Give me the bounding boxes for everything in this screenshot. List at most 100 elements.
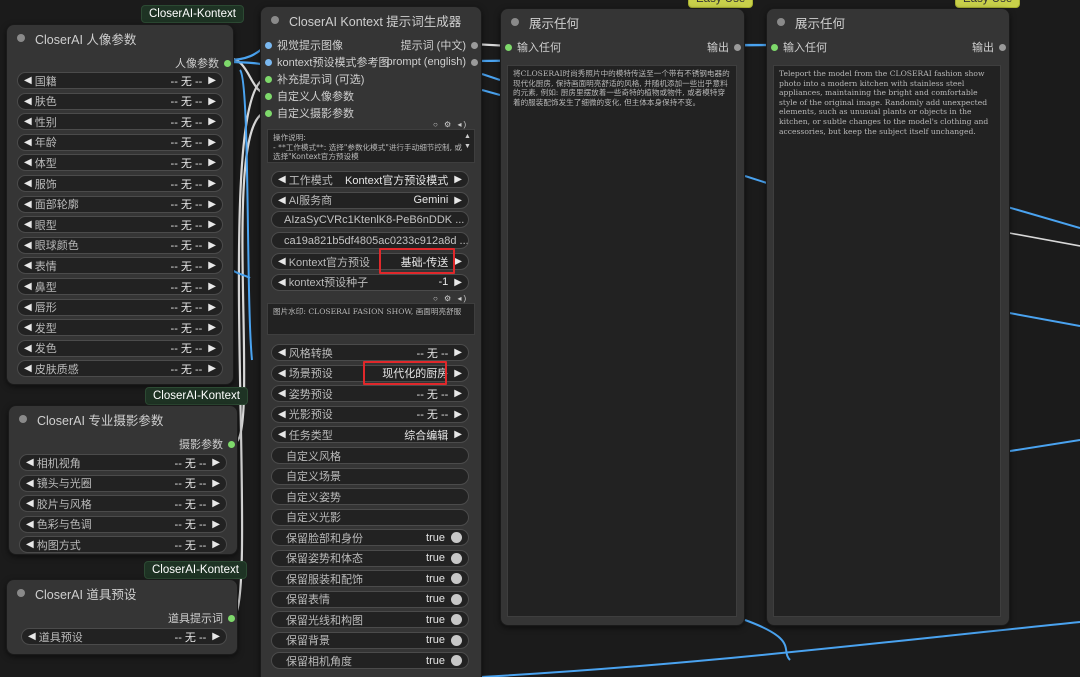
node-title-bar[interactable]: CloserAI Kontext 提示词生成器 [261,7,481,33]
arrow-right-icon[interactable]: ▶ [212,519,220,530]
toggle-knob-icon[interactable] [451,634,462,646]
arrow-left-icon[interactable]: ◀ [26,539,34,550]
text-field-nodes-generator-text_fields-2[interactable]: 自定义姿势 [271,488,469,506]
arrow-left-icon[interactable]: ◀ [28,631,36,642]
arrow-right-icon[interactable]: ▶ [454,256,462,267]
photo-params-node[interactable]: CloserAI 专业摄影参数 摄影参数 ◀ 相机视角 -- 无 -- ▶ ◀ 镜头与光圈… [8,405,238,555]
toggle-knob-icon[interactable] [451,573,462,584]
combo-nodes-generator-combos_a-0[interactable]: ◀ 工作模式 Kontext官方预设模式 ▶ [271,171,469,188]
arrow-left-icon[interactable]: ◀ [278,195,286,206]
toggle-knob-icon[interactable] [451,593,462,605]
combo-nodes-portrait-rows-7[interactable]: ◀ 眼型 -- 无 -- ▶ [17,216,223,234]
arrow-right-icon[interactable]: ▶ [454,195,462,206]
collapse-dot-icon[interactable] [511,18,519,26]
arrow-right-icon[interactable]: ▶ [212,539,220,550]
combo-nodes-generator-combos_b-0[interactable]: ◀ Kontext官方预设 基础-传送 ▶ [271,253,469,270]
text-field-nodes-generator-text_fields-1[interactable]: 自定义场景 [271,467,469,485]
combo-nodes-portrait-rows-1[interactable]: ◀ 肤色 -- 无 -- ▶ [17,92,223,110]
arrow-right-icon[interactable]: ▶ [212,631,220,642]
watermark-textarea[interactable]: 图片水印: CLOSERAI FASION SHOW, 画面明亮舒服 [267,303,475,335]
combo-nodes-portrait-rows-14[interactable]: ◀ 皮肤质感 -- 无 -- ▶ [17,360,223,378]
combo-nodes-generator-toggles-0[interactable]: 保留脸部和身份 true [271,529,469,546]
arrow-left-icon[interactable]: ◀ [278,256,286,267]
arrow-left-icon[interactable]: ◀ [24,178,32,189]
combo-nodes-generator-combos_c-3[interactable]: ◀ 光影预设 -- 无 -- ▶ [271,405,469,423]
combo-nodes-photo-rows-0[interactable]: ◀ 相机视角 -- 无 -- ▶ [19,454,227,471]
arrow-left-icon[interactable]: ◀ [278,429,286,440]
toggle-knob-icon[interactable] [451,552,462,564]
show-any-node-cn[interactable]: 展示任何 输入任何 输出 将CLOSERAI时尚秀照片中的模特传送至一个带有不锈… [500,8,745,626]
input-any[interactable]: 输入任何 [771,39,827,55]
output-photo-params[interactable]: 摄影参数 [179,436,235,452]
combo-nodes-photo-rows-4[interactable]: ◀ 构图方式 -- 无 -- ▶ [19,536,227,554]
arrow-right-icon[interactable]: ▶ [454,368,462,379]
combo-nodes-portrait-rows-4[interactable]: ◀ 体型 -- 无 -- ▶ [17,154,223,172]
combo-nodes-generator-combos_c-0[interactable]: ◀ 风格转换 -- 无 -- ▶ [271,344,469,361]
arrow-right-icon[interactable]: ▶ [208,322,216,333]
output-socket-icon[interactable] [734,43,741,51]
combo-nodes-portrait-rows-2[interactable]: ◀ 性别 -- 无 -- ▶ [17,113,223,131]
combo-nodes-portrait-rows-9[interactable]: ◀ 表情 -- 无 -- ▶ [17,257,223,275]
arrow-right-icon[interactable]: ▶ [208,96,216,107]
input-socket-icon[interactable] [505,43,512,51]
instructions-textarea[interactable]: 操作说明: - **工作模式**: 选择"参数化模式"进行手动细节控制, 或选择… [267,129,475,163]
arrow-right-icon[interactable]: ▶ [454,277,462,288]
arrow-left-icon[interactable]: ◀ [24,260,32,271]
combo-nodes-generator-combos_b-1[interactable]: ◀ kontext预设种子 -1 ▶ [271,273,469,291]
arrow-right-icon[interactable]: ▶ [208,157,216,168]
input-socket-icon[interactable] [265,58,272,66]
arrow-right-icon[interactable]: ▶ [208,178,216,189]
arrow-left-icon[interactable]: ◀ [24,96,32,107]
combo-nodes-props-rows-0[interactable]: ◀ 道具预设 -- 无 -- ▶ [21,628,227,645]
collapse-dot-icon[interactable] [271,16,279,24]
secret-key-field[interactable]: ca19a821b5df4805ac0233c912a8d ... [271,232,469,249]
combo-nodes-portrait-rows-13[interactable]: ◀ 发色 -- 无 -- ▶ [17,339,223,357]
arrow-left-icon[interactable]: ◀ [24,219,32,230]
arrow-right-icon[interactable]: ▶ [212,478,220,489]
combo-nodes-generator-toggles-3[interactable]: 保留表情 true [271,590,469,608]
input-any[interactable]: 输入任何 [505,39,561,55]
input-socket-icon[interactable] [265,92,272,100]
toggle-knob-icon[interactable] [451,655,462,666]
combo-nodes-generator-toggles-2[interactable]: 保留服装和配饰 true [271,570,469,587]
arrow-left-icon[interactable]: ◀ [278,368,286,379]
arrow-left-icon[interactable]: ◀ [26,478,34,489]
arrow-right-icon[interactable]: ▶ [208,240,216,251]
arrow-right-icon[interactable]: ▶ [454,388,462,399]
combo-nodes-photo-rows-3[interactable]: ◀ 色彩与色调 -- 无 -- ▶ [19,515,227,533]
arrow-left-icon[interactable]: ◀ [26,457,34,468]
arrow-left-icon[interactable]: ◀ [24,199,32,210]
arrow-right-icon[interactable]: ▶ [212,457,220,468]
arrow-right-icon[interactable]: ▶ [208,219,216,230]
arrow-left-icon[interactable]: ◀ [278,347,286,358]
watermark-tools-icons[interactable]: ○ ⚙ ◂) [433,294,468,303]
combo-nodes-generator-toggles-1[interactable]: 保留姿势和体态 true [271,549,469,567]
combo-nodes-generator-combos_a-1[interactable]: ◀ AI服务商 Gemini ▶ [271,191,469,209]
arrow-right-icon[interactable]: ▶ [212,498,220,509]
combo-nodes-generator-combos_c-1[interactable]: ◀ 场景预设 现代化的厨房 ▶ [271,364,469,382]
show-any-node-en[interactable]: 展示任何 输入任何 输出 Teleport the model from the… [766,8,1010,626]
arrow-left-icon[interactable]: ◀ [24,322,32,333]
arrow-right-icon[interactable]: ▶ [454,174,462,185]
toggle-knob-icon[interactable] [451,532,462,543]
arrow-left-icon[interactable]: ◀ [24,302,32,313]
combo-nodes-portrait-rows-11[interactable]: ◀ 唇形 -- 无 -- ▶ [17,298,223,316]
combo-nodes-generator-toggles-6[interactable]: 保留相机角度 true [271,652,469,669]
combo-nodes-portrait-rows-6[interactable]: ◀ 面部轮廓 -- 无 -- ▶ [17,195,223,213]
collapse-dot-icon[interactable] [17,34,25,42]
combo-nodes-portrait-rows-3[interactable]: ◀ 年龄 -- 无 -- ▶ [17,133,223,151]
output-portrait-params[interactable]: 人像参数 [175,55,231,71]
node-title-bar[interactable]: CloserAI 专业摄影参数 [9,406,237,432]
input-portrait-params[interactable]: 自定义人像参数 [265,88,354,104]
prompt-generator-node[interactable]: CloserAI Kontext 提示词生成器 视觉提示图像 kontext预设… [260,6,482,677]
textarea-scroll-arrows-icon[interactable]: ▲ ▼ [464,132,471,152]
arrow-right-icon[interactable]: ▶ [208,343,216,354]
combo-nodes-portrait-rows-5[interactable]: ◀ 服饰 -- 无 -- ▶ [17,175,223,192]
arrow-right-icon[interactable]: ▶ [208,137,216,148]
combo-nodes-generator-combos_c-4[interactable]: ◀ 任务类型 综合编辑 ▶ [271,426,469,444]
arrow-left-icon[interactable]: ◀ [26,498,34,509]
output-prompt-cn[interactable]: 提示词 (中文) [401,37,478,53]
input-photo-params[interactable]: 自定义摄影参数 [265,105,354,121]
arrow-left-icon[interactable]: ◀ [24,281,32,292]
node-title-bar[interactable]: 展示任何 [767,9,1009,35]
